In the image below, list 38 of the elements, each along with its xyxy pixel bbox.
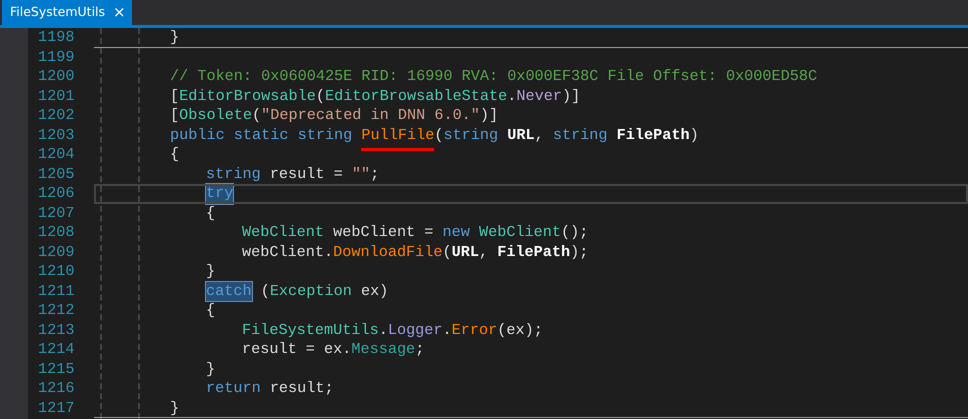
line-number: 1212 [37,301,74,320]
line-number: 1202 [37,106,74,126]
code-line: result = ex.Message; [242,340,424,360]
code-line: } [206,262,216,282]
document-tab[interactable]: FileSystemUtils × [2,0,132,25]
code-line: [Obsolete("Deprecated in DNN 6.0.")] [170,106,498,126]
code-line: return result; [206,379,334,398]
line-number: 1214 [37,340,74,360]
code-line: { [206,301,216,320]
line-number: 1217 [37,398,74,418]
code-line: string result = ""; [206,164,380,184]
code-line: } [170,398,180,418]
line-number: 1200 [37,67,74,86]
line-number: 1210 [37,262,74,282]
line-number: 1215 [37,360,74,379]
line-number: 1216 [37,379,74,398]
line-number: 1213 [37,320,74,340]
line-number: 1204 [37,145,74,164]
line-number: 1208 [37,223,74,242]
code-line: [EditorBrowsable(EditorBrowsableState.Never)] [170,86,580,106]
line-number: 1201 [37,86,74,106]
line-number: 1207 [37,204,74,223]
line-number: 1206 [37,184,74,204]
code-line: } [170,28,180,48]
line-number: 1209 [37,242,74,262]
line-number: 1205 [37,164,74,184]
line-number: 1198 [37,28,74,48]
code-line: // Token: 0x0600425E RID: 16990 RVA: 0x000EF38C File Offset: 0x000ED58C [170,67,818,86]
code-line: WebClient webClient = new WebClient(); [242,223,588,242]
close-icon[interactable]: × [113,5,126,20]
code-line: catch (Exception ex) [206,282,388,301]
code-line: webClient.DownloadFile(URL, FilePath); [242,242,588,262]
code-line: } [206,360,216,379]
code-line: FileSystemUtils.Logger.Error(ex); [242,320,543,340]
line-number: 1211 [37,282,74,301]
line-number: 1203 [37,126,74,145]
code-line: { [206,204,216,223]
line-number: 1199 [37,48,74,67]
